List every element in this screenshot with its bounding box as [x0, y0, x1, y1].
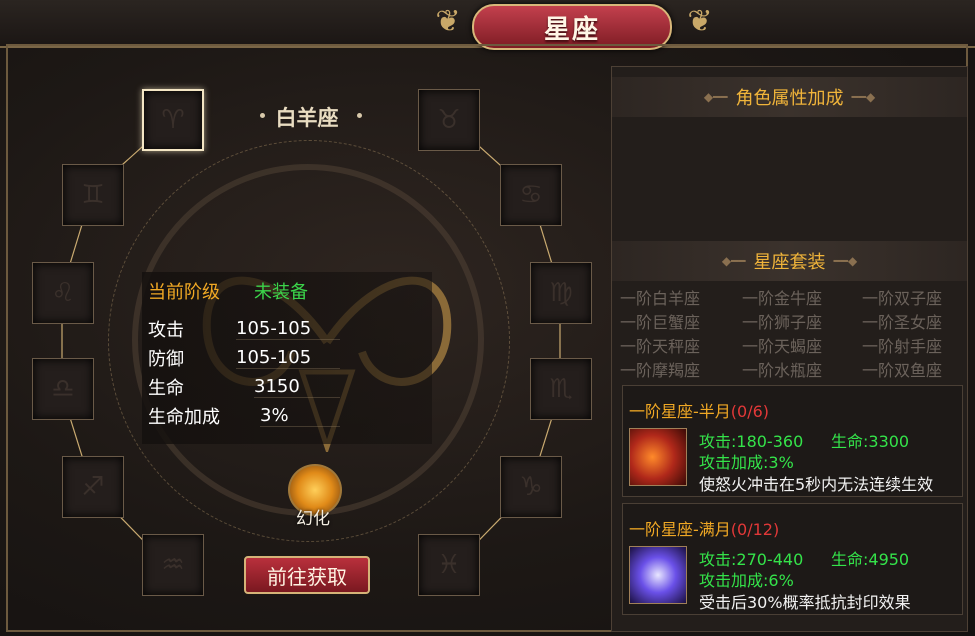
slot-taurus[interactable]: ♉	[418, 89, 480, 151]
libra-sign-icon: ♎	[51, 374, 75, 404]
slot-gemini[interactable]: ♊	[62, 164, 124, 226]
header-ornament-right-icon: ━━◆	[851, 90, 876, 104]
set-hp: 生命:4950	[831, 550, 910, 569]
set-title-text: 一阶星座-半月	[629, 402, 731, 421]
set-title: 一阶星座-满月(0/12)	[629, 516, 779, 540]
set-count: (0/12)	[730, 520, 780, 539]
set-effect: 受击后30%概率抵抗封印效果	[699, 593, 911, 612]
suit-item: 一阶狮子座	[742, 313, 823, 332]
attr-bonus-title: 角色属性加成	[735, 88, 844, 109]
slot-capricorn[interactable]: ♑	[500, 456, 562, 518]
gemini-sign-icon: ♊	[81, 180, 105, 210]
suit-item: 一阶摩羯座	[620, 361, 701, 380]
leo-sign-icon: ♌	[51, 278, 75, 308]
set-card-half-moon: 一阶星座-半月(0/6) 攻击:180-360 生命:3300 攻击加成:3% …	[622, 385, 963, 497]
constellation-window: ❦ 星座 ❦ ♈ ♉ ♊ ♋ ♌ ♍ ♎ ♏ ♐ ♑ ♒ ♓ 白羊座 当前阶级 …	[0, 0, 975, 636]
morph-label[interactable]: 幻化	[288, 504, 338, 529]
scorpio-sign-icon: ♏	[549, 374, 573, 404]
dragon-ornament-right-icon: ❦	[687, 4, 713, 39]
stats-panel: 当前阶级 未装备 攻击 105-105 防御 105-105 生命 3150 生…	[142, 272, 432, 444]
suit-item: 一阶天秤座	[620, 337, 701, 356]
suit-item: 一阶金牛座	[742, 289, 823, 308]
stat-value-hp-bonus: 3%	[260, 405, 340, 427]
stat-value-hp: 3150	[254, 376, 340, 398]
aries-sign-icon: ♈	[161, 105, 185, 135]
set-count: (0/6)	[730, 402, 770, 421]
stat-value-attack: 105-105	[236, 318, 340, 340]
stat-value-defense: 105-105	[236, 347, 340, 369]
capricorn-sign-icon: ♑	[519, 472, 543, 502]
suit-item: 一阶白羊座	[620, 289, 701, 308]
stat-label-attack: 攻击	[148, 320, 184, 341]
suit-title: 星座套装	[753, 252, 826, 273]
stat-label-defense: 防御	[148, 349, 184, 370]
suit-item: 一阶双鱼座	[862, 361, 943, 380]
set-attack-bonus: 攻击加成:3%	[699, 453, 794, 472]
slot-scorpio[interactable]: ♏	[530, 358, 592, 420]
set-title-text: 一阶星座-满月	[629, 520, 731, 539]
selected-sign-name: 白羊座	[275, 106, 339, 130]
set-card-full-moon: 一阶星座-满月(0/12) 攻击:270-440 生命:4950 攻击加成:6%…	[622, 503, 963, 615]
suit-item: 一阶水瓶座	[742, 361, 823, 380]
taurus-sign-icon: ♉	[437, 105, 461, 135]
virgo-sign-icon: ♍	[549, 278, 573, 308]
slot-sagittarius[interactable]: ♐	[62, 456, 124, 518]
go-obtain-button[interactable]: 前往获取	[244, 556, 370, 594]
title-dot-right	[357, 113, 362, 118]
attr-bonus-header: ◆━━ 角色属性加成 ━━◆	[612, 77, 967, 117]
slot-aries[interactable]: ♈	[142, 89, 204, 151]
grade-label: 当前阶级	[148, 282, 220, 303]
stat-label-hp-bonus: 生命加成	[148, 407, 220, 428]
suit-ornament-right-icon: ━━◆	[833, 254, 858, 268]
cancer-sign-icon: ♋	[519, 180, 543, 210]
aquarius-sign-icon: ♒	[161, 550, 185, 580]
set-attack-bonus: 攻击加成:6%	[699, 571, 794, 590]
right-panel: ◆━━ 角色属性加成 ━━◆ ◆━━ 星座套装 ━━◆ 一阶白羊座 一阶金牛座 …	[611, 66, 968, 632]
grade-value: 未装备	[254, 282, 308, 303]
slot-leo[interactable]: ♌	[32, 262, 94, 324]
slot-aquarius[interactable]: ♒	[142, 534, 204, 596]
constellation-wheel: ♈ ♉ ♊ ♋ ♌ ♍ ♎ ♏ ♐ ♑ ♒ ♓ 白羊座 当前阶级 未装备 攻击 …	[12, 62, 602, 634]
sagittarius-sign-icon: ♐	[81, 472, 105, 502]
stat-label-hp: 生命	[148, 378, 184, 399]
slot-libra[interactable]: ♎	[32, 358, 94, 420]
pisces-sign-icon: ♓	[437, 550, 461, 580]
slot-cancer[interactable]: ♋	[500, 164, 562, 226]
slot-pisces[interactable]: ♓	[418, 534, 480, 596]
seal-resist-icon	[629, 546, 687, 604]
rage-strike-icon	[629, 428, 687, 486]
suit-item: 一阶射手座	[862, 337, 943, 356]
slot-virgo[interactable]: ♍	[530, 262, 592, 324]
suit-item: 一阶巨蟹座	[620, 313, 701, 332]
set-effect: 使怒火冲击在5秒内无法连续生效	[699, 475, 934, 494]
suit-ornament-left-icon: ◆━━	[721, 254, 746, 268]
suit-item: 一阶天蝎座	[742, 337, 823, 356]
title-bar: ❦ 星座 ❦	[0, 0, 975, 50]
suit-item: 一阶圣女座	[862, 313, 943, 332]
set-title: 一阶星座-半月(0/6)	[629, 398, 769, 422]
header-ornament-left-icon: ◆━━	[703, 90, 728, 104]
suit-header: ◆━━ 星座套装 ━━◆	[612, 241, 967, 281]
set-hp: 生命:3300	[831, 432, 910, 451]
window-title: 星座	[543, 14, 600, 45]
suit-item: 一阶双子座	[862, 289, 943, 308]
